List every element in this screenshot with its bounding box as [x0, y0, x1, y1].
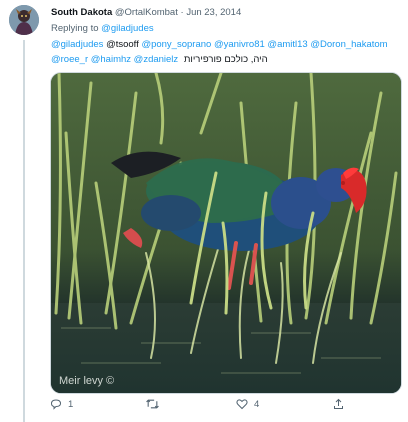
author-name[interactable]: South Dakota — [51, 7, 112, 18]
reply-button[interactable]: 1 — [50, 398, 73, 410]
tweet: South Dakota @OrtalKombat · Jun 23, 2014… — [0, 0, 408, 422]
share-button[interactable] — [333, 398, 350, 410]
tweet-text: היה, כולכם פורפיריות — [183, 54, 268, 65]
mention-link[interactable]: @zdanielz — [134, 54, 179, 65]
media-image — [51, 73, 401, 393]
media-watermark: Meir levy © — [59, 375, 115, 387]
mention-link[interactable]: @yanivro81 — [214, 39, 265, 50]
reply-count: 1 — [68, 398, 74, 410]
like-icon — [236, 399, 248, 410]
author-handle[interactable]: @OrtalKombat — [115, 7, 178, 18]
mentions-line-1: @giladjudes @tsooff @pony_soprano @yaniv… — [51, 39, 388, 50]
reply-icon — [50, 399, 62, 410]
thread-line — [23, 40, 25, 422]
avatar-image — [9, 5, 39, 35]
mention-text: @tsooff — [106, 39, 139, 50]
avatar[interactable] — [9, 5, 39, 35]
mention-link[interactable]: @giladjudes — [51, 39, 103, 50]
tweet-media[interactable]: Meir levy © — [50, 72, 402, 394]
tweet-actions: 1 4 — [50, 398, 400, 418]
mention-link[interactable]: @haimhz — [91, 54, 131, 65]
like-button[interactable]: 4 — [236, 398, 259, 410]
mention-link[interactable]: @pony_soprano — [141, 39, 211, 50]
mention-link[interactable]: @Doron_hakatom — [310, 39, 387, 50]
retweet-button[interactable] — [146, 398, 165, 410]
replying-prefix: Replying to — [51, 23, 99, 34]
tweet-date[interactable]: Jun 23, 2014 — [186, 7, 241, 18]
mention-link[interactable]: @amitl13 — [267, 39, 307, 50]
header-separator: · — [180, 7, 184, 18]
replying-to-link[interactable]: @giladjudes — [101, 23, 153, 34]
replying-to: Replying to @giladjudes — [51, 23, 154, 34]
mentions-line-2: @roee_r @haimhz @zdanielz היה, כולכם פור… — [51, 54, 268, 65]
retweet-icon — [146, 399, 159, 409]
mention-link[interactable]: @roee_r — [51, 54, 88, 65]
tweet-header: South Dakota @OrtalKombat · Jun 23, 2014 — [51, 7, 241, 18]
like-count: 4 — [254, 398, 260, 410]
share-icon — [334, 398, 343, 409]
